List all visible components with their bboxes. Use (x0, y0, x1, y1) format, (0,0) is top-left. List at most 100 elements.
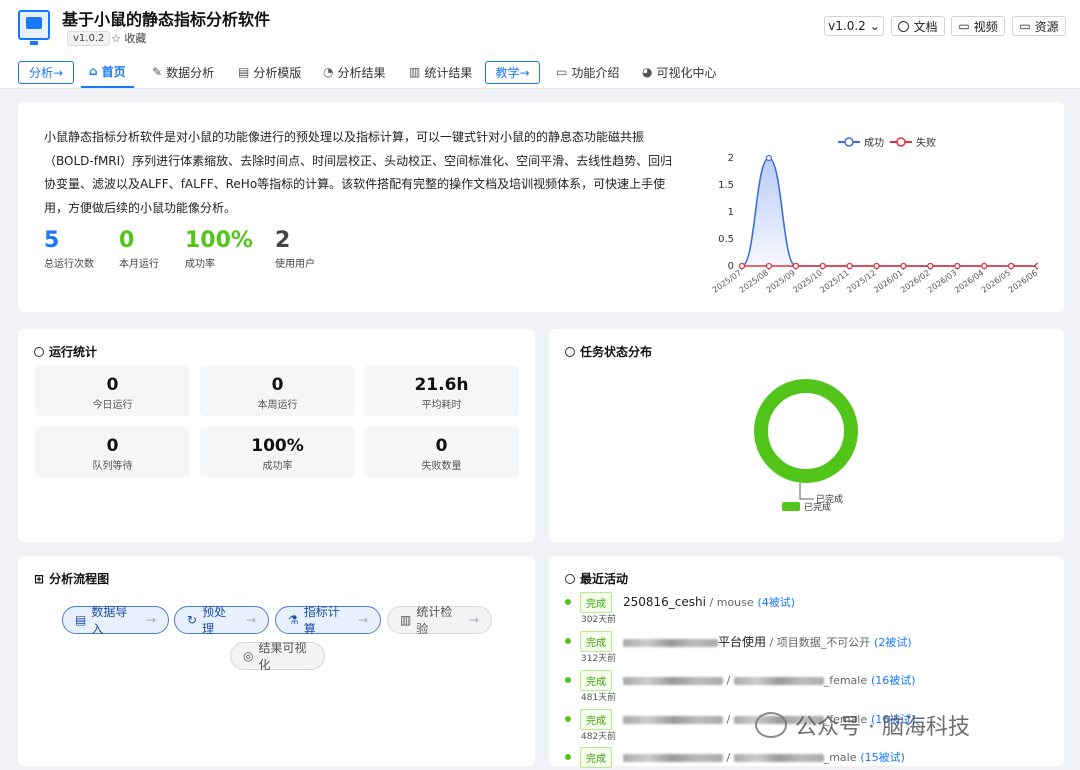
tab-viz-center-label: 可视化中心 (656, 65, 717, 80)
status-badge: 完成 (580, 670, 612, 691)
y-tick-label: 1 (728, 207, 734, 218)
flow-step-preprocess[interactable]: ↻ 预处理 → (174, 605, 269, 636)
cell-value: 0 (271, 375, 284, 395)
watermark-text: 公众号 · 脑海科技 (795, 715, 970, 740)
teaching-pill-button[interactable]: 教学→ (485, 61, 540, 84)
cell-value: 0 (106, 436, 119, 456)
status-badge: 完成 (580, 592, 612, 613)
flowchart-icon: ⊞ (34, 571, 45, 586)
tab-analysis-template[interactable]: ▤ 分析模版 (238, 56, 301, 88)
resources-button[interactable]: ▭ 资源 (1012, 16, 1066, 36)
status-badge: 完成 (580, 709, 612, 730)
docs-button[interactable]: 文档 (891, 16, 945, 36)
activity-count-link[interactable]: (4被试) (757, 596, 795, 609)
stat-users: 2 使用用户 (275, 228, 315, 270)
monitor-icon: ▭ (556, 65, 568, 79)
tab-data-analysis-label: 数据分析 (166, 65, 215, 80)
activity-text: 250816_ceshi / mouse (4被试) (623, 594, 795, 610)
stat-cell-success: 100% 成功率 (200, 427, 355, 477)
y-tick-label: 0.5 (718, 234, 734, 245)
flow-step-visualize[interactable]: ◎ 结果可视化 (230, 641, 325, 672)
x-tick-label: 2026/02 (899, 268, 931, 294)
version-select-value: v1.0.2 (828, 19, 866, 33)
x-tick-label: 2025/09 (765, 268, 797, 294)
status-dot (565, 754, 571, 760)
redacted-text (623, 638, 718, 647)
version-badge: v1.0.2 (67, 31, 111, 46)
watermark: 公众号 · 脑海科技 (755, 709, 970, 741)
status-dot (565, 677, 571, 683)
tab-features[interactable]: ▭ 功能介绍 (556, 56, 619, 88)
folder-icon: ▭ (1019, 19, 1031, 33)
stat-value: 100% (185, 228, 253, 253)
resources-label: 资源 (1034, 19, 1059, 34)
stat-label: 总运行次数 (44, 259, 94, 270)
stat-cell-today: 0 今日运行 (35, 366, 190, 416)
stat-cell-week: 0 本周运行 (200, 366, 355, 416)
activity-name: 平台使用 (718, 635, 767, 649)
redacted-text (623, 715, 723, 724)
activity-time: 481天前 (581, 693, 617, 703)
video-button[interactable]: ▭ 视频 (951, 16, 1005, 36)
cell-label: 队列等待 (92, 461, 133, 472)
activity-count-link[interactable]: (16被试) (871, 674, 916, 687)
task-status-title: 任务状态分布 (565, 343, 652, 360)
flow-step-stat-test[interactable]: ▥ 统计检验 → (387, 605, 492, 636)
tab-stat-result[interactable]: ▥ 统计结果 (409, 56, 472, 88)
series-point (1034, 262, 1038, 270)
refresh-icon: ↻ (187, 613, 198, 627)
analysis-pill-button[interactable]: 分析→ (18, 61, 74, 84)
app-logo-icon (18, 10, 50, 45)
video-icon: ▭ (958, 19, 970, 33)
flask-icon: ⚗ (288, 613, 299, 627)
activity-time: 482天前 (581, 732, 617, 742)
x-tick-label: 2025/11 (818, 268, 850, 294)
version-select[interactable]: v1.0.2 ⌄ (824, 16, 884, 36)
favorite-button[interactable]: ☆ 收藏 (111, 30, 146, 46)
series-point (927, 262, 934, 270)
flow-step-label: 统计检验 (416, 605, 453, 636)
video-label: 视频 (973, 19, 998, 34)
activity-count-link[interactable]: (2被试) (874, 636, 912, 649)
flow-title-text: 分析流程图 (49, 572, 110, 586)
flow-step-label: 数据导入 (91, 605, 128, 636)
cell-value: 21.6h (414, 375, 469, 395)
tab-home[interactable]: ⌂ 首页 (81, 56, 134, 88)
series-point (792, 262, 799, 270)
activity-count-link[interactable]: (15被试) (860, 751, 905, 764)
cell-value: 0 (106, 375, 119, 395)
x-tick-label: 2025/07 (711, 268, 743, 294)
app-title: 基于小鼠的静态指标分析软件 (62, 10, 271, 29)
flow-step-import[interactable]: ▤ 数据导入 → (62, 605, 169, 636)
tab-features-label: 功能介绍 (571, 65, 620, 80)
legend-swatch-marker (844, 137, 854, 147)
tab-analysis-result[interactable]: ◔ 分析结果 (323, 56, 386, 88)
series-area-成功 (742, 158, 1038, 266)
y-tick-label: 2 (728, 153, 734, 164)
stat-value: 0 (119, 228, 135, 253)
clock-icon (565, 573, 575, 584)
x-tick-label: 2026/03 (926, 268, 958, 294)
stat-cell-failed: 0 失败数量 (364, 427, 519, 477)
tab-viz-center[interactable]: ◕ 可视化中心 (642, 56, 717, 88)
activity-sub: female (829, 674, 868, 687)
legend-swatch (782, 502, 800, 511)
help-icon (898, 20, 910, 32)
redacted-text (733, 753, 824, 762)
stat-value: 2 (275, 228, 291, 253)
activity-sub: male (829, 751, 857, 764)
legend-swatch-marker (896, 137, 906, 147)
flow-step-compute[interactable]: ⚗ 指标计算 → (275, 605, 381, 636)
activity-sep: / (723, 751, 734, 764)
tab-data-analysis[interactable]: ✎ 数据分析 (152, 56, 214, 88)
activity-sub: mouse (716, 596, 754, 609)
run-stats-title-text: 运行统计 (49, 345, 98, 359)
redacted-text (623, 753, 723, 762)
tab-home-label: 首页 (101, 64, 126, 79)
redacted-text (623, 676, 723, 685)
status-badge: 完成 (580, 631, 612, 652)
flow-title: ⊞ 分析流程图 (34, 570, 109, 587)
x-tick-label: 2026/01 (872, 268, 904, 294)
donut-slice (754, 379, 858, 483)
run-stats-title: 运行统计 (34, 343, 97, 360)
